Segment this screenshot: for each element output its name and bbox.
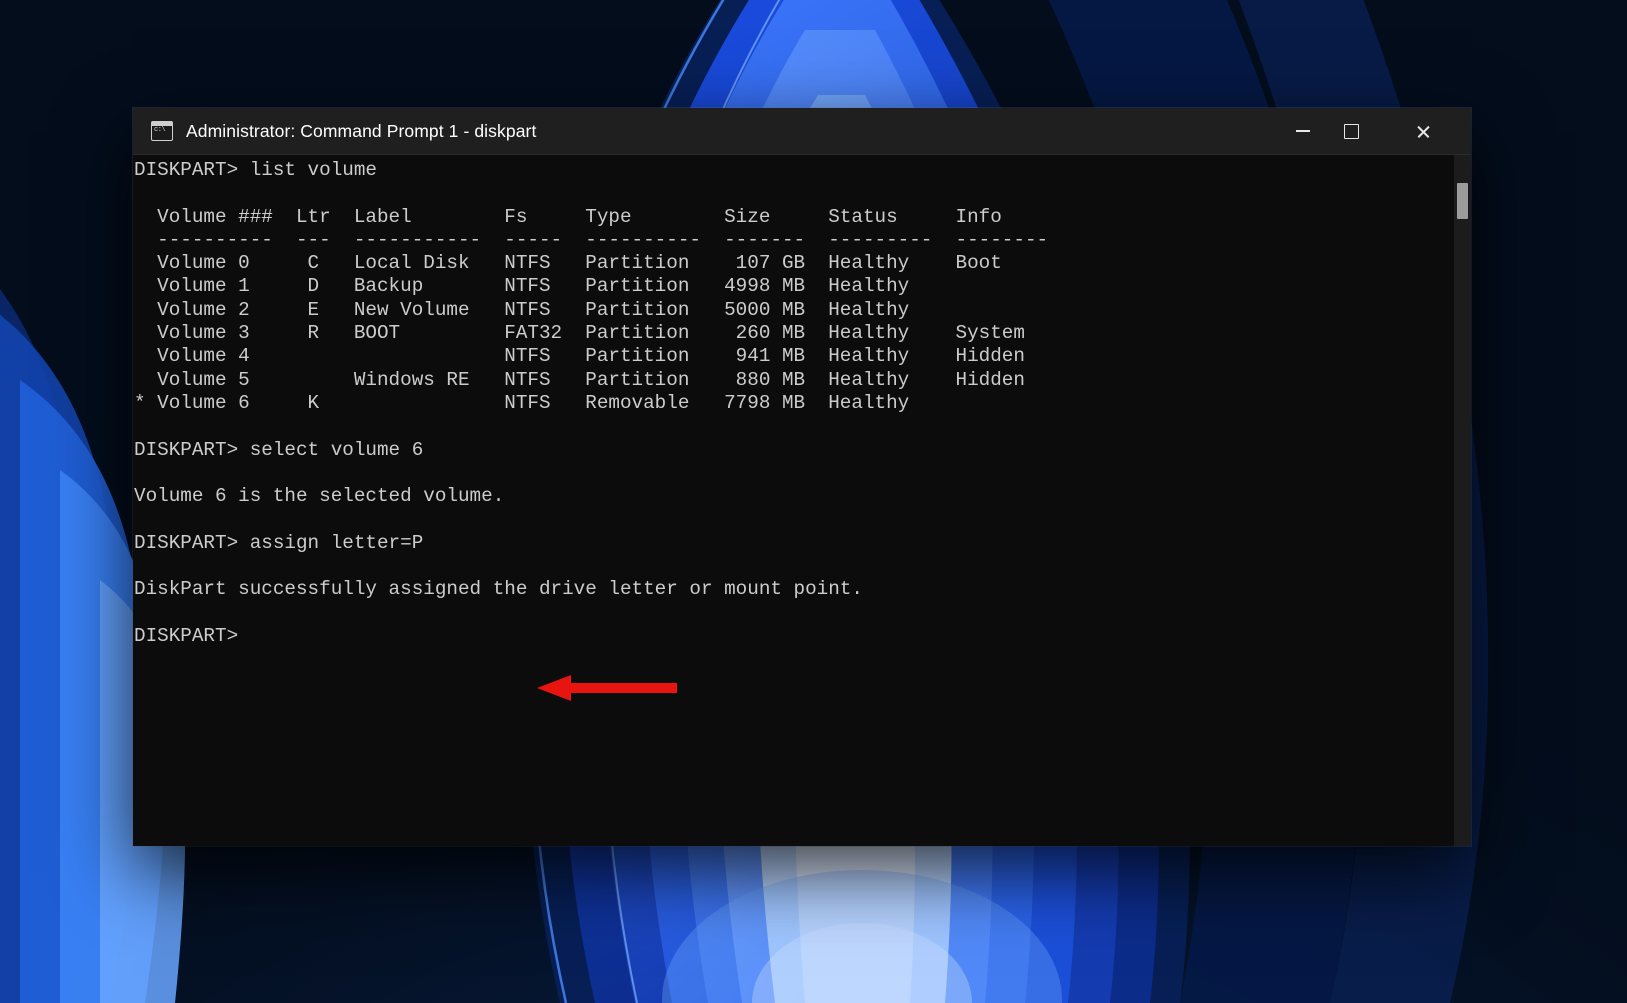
window-title-bar[interactable]: Administrator: Command Prompt 1 - diskpa…: [133, 108, 1471, 155]
console-line: DISKPART>: [134, 624, 239, 647]
maximize-icon: [1343, 123, 1359, 139]
maximize-button[interactable]: [1327, 108, 1375, 154]
close-icon: [1416, 124, 1431, 139]
console-line: Volume 6 is the selected volume.: [134, 485, 505, 508]
red-arrow-icon: [537, 675, 677, 701]
console-line: Volume 5 Windows RE NTFS Partition 880 M…: [134, 368, 1025, 391]
console-line: Volume ### Ltr Label Fs Type Size Status…: [134, 205, 1002, 228]
console-text: DISKPART> list volume Volume ### Ltr Lab…: [134, 159, 1443, 648]
console-line: DISKPART> select volume 6: [134, 438, 424, 461]
scrollbar-thumb[interactable]: [1457, 183, 1468, 219]
command-prompt-icon: [151, 121, 173, 141]
console-line: DISKPART> assign letter=P: [134, 531, 424, 554]
console-line: ---------- --- ----------- ----- -------…: [134, 228, 1049, 251]
console-line: DiskPart successfully assigned the drive…: [134, 578, 863, 601]
console-line: Volume 0 C Local Disk NTFS Partition 107…: [134, 252, 1002, 275]
window-title: Administrator: Command Prompt 1 - diskpa…: [186, 120, 537, 141]
console-line: DISKPART> list volume: [134, 159, 377, 181]
console-output-area[interactable]: DISKPART> list volume Volume ### Ltr Lab…: [133, 155, 1471, 846]
command-prompt-window[interactable]: Administrator: Command Prompt 1 - diskpa…: [133, 108, 1471, 846]
minimize-icon: [1296, 130, 1310, 132]
vertical-scrollbar[interactable]: [1454, 155, 1471, 846]
close-button[interactable]: [1399, 108, 1447, 154]
console-line: Volume 3 R BOOT FAT32 Partition 260 MB H…: [134, 322, 1025, 345]
minimize-button[interactable]: [1279, 108, 1327, 154]
console-line: Volume 2 E New Volume NTFS Partition 500…: [134, 298, 910, 321]
console-line: Volume 1 D Backup NTFS Partition 4998 MB…: [134, 275, 910, 298]
console-line: Volume 4 NTFS Partition 941 MB Healthy H…: [134, 345, 1025, 368]
console-line: * Volume 6 K NTFS Removable 7798 MB Heal…: [134, 391, 910, 414]
